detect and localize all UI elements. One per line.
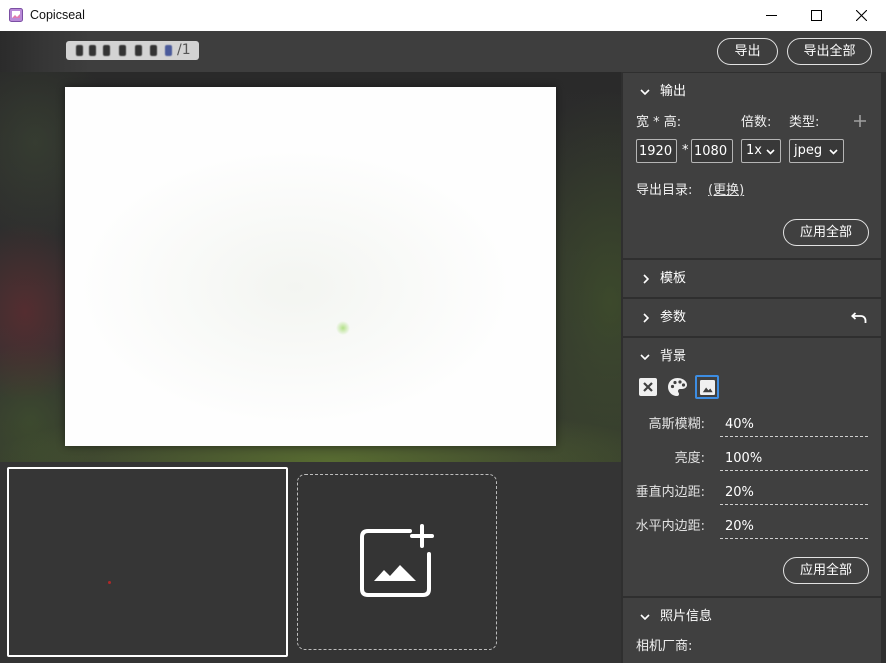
palette-icon (668, 378, 687, 396)
settings-panel: 输出 宽 * 高: 倍数: 类型: * 1x jpeg 导出目录: (更换) 应… (623, 72, 881, 663)
app-icon (9, 8, 23, 22)
scale-select-value: 1x (746, 143, 762, 158)
params-section-header[interactable]: 参数 (623, 299, 881, 337)
export-button[interactable]: 导出 (717, 38, 778, 65)
height-input[interactable] (691, 139, 733, 163)
section-title: 参数 (660, 310, 687, 325)
type-select-value: jpeg (794, 143, 823, 158)
background-section: 背景 高斯模糊: 亮度: 垂直内边距: 水平内边距: 应用全部 (623, 338, 881, 596)
image-icon (699, 379, 715, 395)
toolbar: /1 导出 导出全部 (0, 31, 886, 72)
page-marker (135, 45, 142, 56)
plus-icon[interactable] (854, 115, 866, 127)
blur-input[interactable] (720, 413, 868, 437)
section-title: 照片信息 (660, 609, 713, 624)
type-label: 类型: (789, 115, 820, 130)
image-background-option[interactable] (695, 375, 719, 399)
export-dir-label: 导出目录: (636, 183, 693, 198)
minimize-button[interactable] (748, 0, 794, 31)
page-indicator[interactable]: /1 (66, 41, 199, 60)
section-title: 输出 (660, 84, 687, 99)
change-dir-link[interactable]: (更换) (708, 183, 744, 199)
export-all-button[interactable]: 导出全部 (787, 38, 872, 65)
vertical-padding-label: 垂直内边距: (635, 485, 705, 500)
scale-label: 倍数: (741, 115, 772, 130)
color-background-option[interactable] (667, 377, 688, 397)
horizontal-padding-input[interactable] (720, 515, 868, 539)
page-marker (119, 45, 126, 56)
background-apply-all-button[interactable]: 应用全部 (783, 557, 869, 584)
minimize-icon (766, 15, 777, 16)
close-icon (856, 10, 867, 21)
thumbnail-strip (0, 462, 621, 663)
section-title: 模板 (660, 271, 687, 286)
output-section-header[interactable]: 输出 (623, 73, 881, 111)
scale-select[interactable]: 1x (741, 139, 781, 163)
size-separator: * (682, 143, 689, 158)
page-marker (89, 45, 96, 56)
template-section: 模板 (623, 260, 881, 297)
close-button[interactable] (840, 0, 886, 31)
add-image-icon (360, 524, 434, 597)
photo-info-section-header[interactable]: 照片信息 (623, 598, 881, 636)
chevron-down-icon (640, 614, 650, 620)
params-section: 参数 (623, 299, 881, 336)
size-label: 宽 * 高: (636, 115, 682, 130)
page-count: /1 (177, 42, 191, 58)
title-bar: Copicseal (0, 0, 886, 31)
blur-label: 高斯模糊: (648, 417, 705, 432)
page-marker (76, 45, 83, 56)
add-image-button[interactable] (297, 474, 497, 650)
thumbnail-content (108, 581, 111, 584)
maximize-icon (811, 10, 822, 21)
window-title: Copicseal (30, 8, 85, 22)
brightness-input[interactable] (720, 447, 868, 471)
chevron-down-icon (766, 149, 775, 155)
photo-info-section: 照片信息 相机厂商: (623, 598, 881, 663)
chevron-down-icon (829, 149, 838, 155)
no-background-icon (639, 378, 657, 396)
chevron-right-icon (643, 274, 649, 284)
page-marker (103, 45, 110, 56)
chevron-down-icon (640, 89, 650, 95)
maximize-button[interactable] (794, 0, 840, 31)
chevron-right-icon (643, 313, 649, 323)
type-select[interactable]: jpeg (789, 139, 844, 163)
preview-image (65, 87, 556, 446)
template-section-header[interactable]: 模板 (623, 260, 881, 298)
background-section-header[interactable]: 背景 (623, 338, 881, 376)
output-apply-all-button[interactable]: 应用全部 (783, 219, 869, 246)
undo-icon[interactable] (851, 312, 867, 324)
preview-canvas (0, 72, 621, 462)
page-marker (150, 45, 157, 56)
horizontal-padding-label: 水平内边距: (635, 519, 705, 534)
no-background-option[interactable] (639, 378, 657, 396)
thumbnail-item[interactable] (7, 467, 288, 657)
camera-maker-label: 相机厂商: (636, 639, 693, 654)
vertical-padding-input[interactable] (720, 481, 868, 505)
width-input[interactable] (636, 139, 677, 163)
chevron-down-icon (640, 354, 650, 360)
brightness-label: 亮度: (674, 451, 705, 466)
section-title: 背景 (660, 349, 687, 364)
page-marker (165, 45, 172, 56)
output-section: 输出 宽 * 高: 倍数: 类型: * 1x jpeg 导出目录: (更换) 应… (623, 73, 881, 258)
